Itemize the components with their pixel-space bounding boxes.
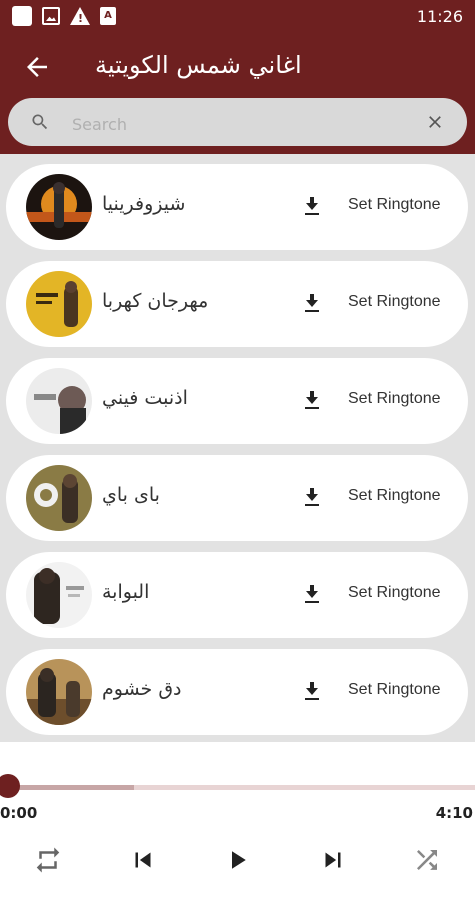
list-item[interactable]: مهرجان كهربا Set Ringtone <box>6 261 468 347</box>
list-item[interactable]: اذنبت فيني Set Ringtone <box>6 358 468 444</box>
current-time: 0:00 <box>0 804 38 822</box>
download-icon[interactable] <box>302 195 322 217</box>
list-item[interactable]: شيزوفرينيا Set Ringtone <box>6 164 468 250</box>
app-bar: اغاني شمس الكويتية <box>0 32 475 154</box>
song-title: مهرجان كهربا <box>102 290 209 312</box>
list-item[interactable]: باى باي Set Ringtone <box>6 455 468 541</box>
set-ringtone-button[interactable]: Set Ringtone <box>348 487 441 505</box>
warning-icon: ! <box>70 7 90 25</box>
set-ringtone-button[interactable]: Set Ringtone <box>348 681 441 699</box>
song-list[interactable]: شيزوفرينيا Set Ringtone مهرجان كهربا Set… <box>0 154 475 742</box>
image-icon <box>42 7 60 25</box>
search-icon <box>32 114 48 130</box>
search-input[interactable] <box>70 110 414 138</box>
page-title: اغاني شمس الكويتية <box>95 51 302 79</box>
set-ringtone-button[interactable]: Set Ringtone <box>348 584 441 602</box>
download-icon[interactable] <box>302 389 322 411</box>
song-title: البوابة <box>102 581 150 603</box>
song-thumbnail <box>26 174 92 240</box>
set-ringtone-button[interactable]: Set Ringtone <box>348 293 441 311</box>
song-title: دق خشوم <box>102 678 182 700</box>
total-time: 4:10 <box>435 804 473 822</box>
download-icon[interactable] <box>302 583 322 605</box>
seek-buffer <box>8 785 135 790</box>
seek-bar[interactable] <box>8 785 475 790</box>
song-title: شيزوفرينيا <box>102 193 186 215</box>
skip-previous-icon[interactable] <box>128 845 158 875</box>
repeat-icon[interactable] <box>33 845 63 875</box>
square-icon <box>12 6 32 26</box>
song-thumbnail <box>26 368 92 434</box>
download-icon[interactable] <box>302 486 322 508</box>
play-icon[interactable] <box>222 845 252 875</box>
song-title: باى باي <box>102 484 160 506</box>
list-item[interactable]: دق خشوم Set Ringtone <box>6 649 468 735</box>
song-thumbnail <box>26 465 92 531</box>
search-bar[interactable] <box>8 98 467 146</box>
status-icons: ! A <box>12 6 116 26</box>
set-ringtone-button[interactable]: Set Ringtone <box>348 390 441 408</box>
song-thumbnail <box>26 271 92 337</box>
arrow-left-icon[interactable] <box>22 52 52 82</box>
player-controls: 0:00 4:10 <box>0 742 475 900</box>
set-ringtone-button[interactable]: Set Ringtone <box>348 196 441 214</box>
status-time: 11:26 <box>416 7 463 26</box>
download-icon[interactable] <box>302 292 322 314</box>
shuffle-icon[interactable] <box>412 845 442 875</box>
skip-next-icon[interactable] <box>318 845 348 875</box>
download-icon[interactable] <box>302 680 322 702</box>
song-title: اذنبت فيني <box>102 387 188 409</box>
list-item[interactable]: البوابة Set Ringtone <box>6 552 468 638</box>
close-icon[interactable] <box>425 112 445 132</box>
status-bar: ! A 11:26 <box>0 0 475 32</box>
song-thumbnail <box>26 562 92 628</box>
a-letter-icon: A <box>100 7 116 25</box>
seek-thumb[interactable] <box>0 774 20 798</box>
song-thumbnail <box>26 659 92 725</box>
